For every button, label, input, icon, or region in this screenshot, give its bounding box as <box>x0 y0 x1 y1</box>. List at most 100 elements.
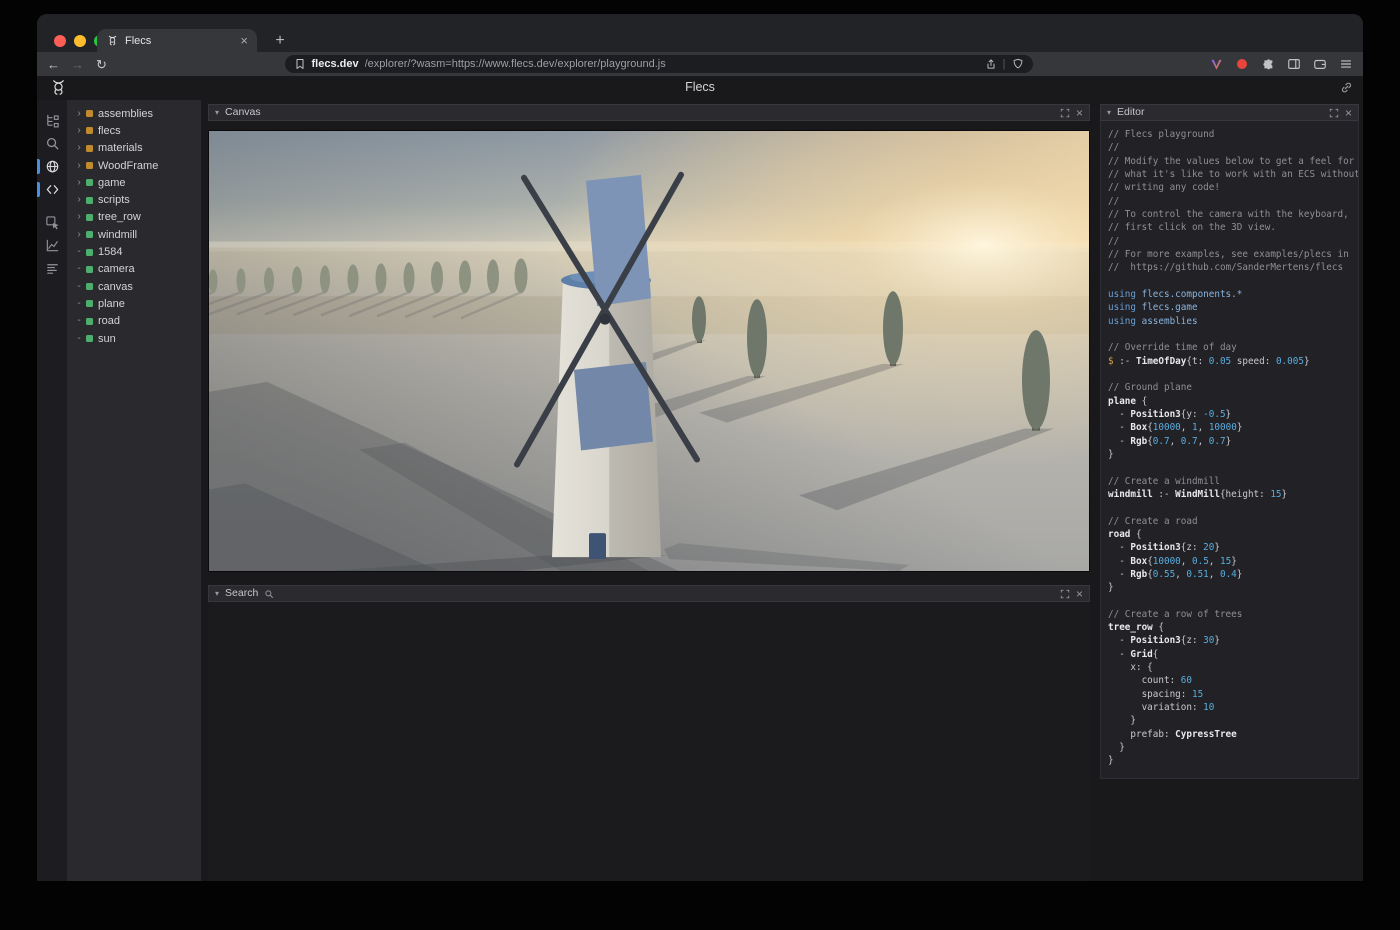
code-line: using flecs.components.* <box>1108 288 1358 301</box>
tree-item-tree_row[interactable]: ›tree_row <box>67 209 201 226</box>
close-panel-icon[interactable]: × <box>1076 588 1083 600</box>
tree-item-scripts[interactable]: ›scripts <box>67 191 201 208</box>
code-line: // <box>1108 195 1358 208</box>
expander-icon[interactable]: › <box>74 143 84 153</box>
menu-icon[interactable] <box>1338 56 1354 72</box>
code-line: - Box{10000, 1, 10000} <box>1108 421 1358 434</box>
editor-code[interactable]: // Flecs playground//// Modify the value… <box>1100 121 1359 779</box>
code-line: // Override time of day <box>1108 341 1358 354</box>
tree-icon[interactable] <box>37 109 67 132</box>
stats-icon[interactable] <box>37 257 67 280</box>
tree-item-flecs[interactable]: ›flecs <box>67 122 201 139</box>
search-icon <box>264 589 274 599</box>
tree-item-canvas[interactable]: -canvas <box>67 278 201 295</box>
reload-icon[interactable]: ↻ <box>94 58 109 71</box>
code-line: // To control the camera with the keyboa… <box>1108 208 1358 221</box>
tree-item-game[interactable]: › game <box>67 174 201 191</box>
code-line: } <box>1108 581 1358 594</box>
tree-item-plane[interactable]: -plane <box>67 295 201 312</box>
inspect-icon[interactable] <box>37 211 67 234</box>
entity-label: sun <box>98 333 116 345</box>
fullscreen-icon[interactable] <box>1060 589 1070 599</box>
world-icon[interactable] <box>37 155 67 178</box>
browser-toolbar: ← → ↻ flecs.dev /explorer/?wasm=https://… <box>37 52 1363 76</box>
expander-icon[interactable]: › <box>74 178 84 188</box>
canvas-3d-scene <box>209 131 1089 571</box>
collapse-chevron-icon[interactable]: ▾ <box>1107 109 1111 117</box>
search-panel-title: Search <box>225 588 258 599</box>
close-window-button[interactable] <box>54 35 66 47</box>
close-tab-icon[interactable]: × <box>240 34 248 47</box>
tree-item-1584[interactable]: - 1584 <box>67 243 201 260</box>
code-line <box>1108 368 1358 381</box>
tree-item-road[interactable]: -road <box>67 313 201 330</box>
side-panel-icon[interactable] <box>1286 56 1302 72</box>
editor-panel-title: Editor <box>1117 107 1144 118</box>
bookmark-icon[interactable] <box>294 58 306 70</box>
toolbar-actions <box>1208 56 1354 72</box>
entity-color-swatch <box>86 127 93 134</box>
entity-label: 1584 <box>98 246 122 258</box>
code-icon[interactable] <box>37 178 67 201</box>
editor-panel-header: ▾ Editor × <box>1100 104 1359 121</box>
expander-icon[interactable]: › <box>74 230 84 240</box>
collapse-chevron-icon[interactable]: ▾ <box>215 590 219 598</box>
expander-icon[interactable]: › <box>74 126 84 136</box>
record-icon[interactable] <box>1234 56 1250 72</box>
expander-icon[interactable]: › <box>74 109 84 119</box>
tree-item-materials[interactable]: ›materials <box>67 140 201 157</box>
collapse-chevron-icon[interactable]: ▾ <box>215 109 219 117</box>
tree-item-WoodFrame[interactable]: ›WoodFrame <box>67 157 201 174</box>
windmill-door <box>589 533 606 559</box>
entity-label: windmill <box>98 229 137 241</box>
code-line: } <box>1108 754 1358 767</box>
share-icon[interactable] <box>985 58 997 70</box>
code-line: using assemblies <box>1108 315 1358 328</box>
entity-color-swatch <box>86 300 93 307</box>
minimize-window-button[interactable] <box>74 35 86 47</box>
vpn-v-icon[interactable] <box>1208 56 1224 72</box>
chart-icon[interactable] <box>37 234 67 257</box>
tree-item-sun[interactable]: -sun <box>67 330 201 347</box>
entity-color-swatch <box>86 231 93 238</box>
windmill-sail <box>574 362 653 451</box>
expander-icon[interactable]: › <box>74 212 84 222</box>
address-bar[interactable]: flecs.dev /explorer/?wasm=https://www.fl… <box>285 55 1033 73</box>
extensions-puzzle-icon[interactable] <box>1260 56 1276 72</box>
expander-icon[interactable]: › <box>74 161 84 171</box>
flecs-favicon-icon <box>106 34 119 47</box>
code-line: // Create a windmill <box>1108 475 1358 488</box>
leaf-dash-icon: - <box>74 299 84 309</box>
tree-item-windmill[interactable]: › windmill <box>67 226 201 243</box>
code-line: - Rgb{0.7, 0.7, 0.7} <box>1108 435 1358 448</box>
code-line: // Ground plane <box>1108 381 1358 394</box>
forward-icon[interactable]: → <box>70 58 85 71</box>
search-icon[interactable] <box>37 132 67 155</box>
entity-color-swatch <box>86 145 93 152</box>
tree-item-assemblies[interactable]: ›assemblies <box>67 105 201 122</box>
code-line: // Create a row of trees <box>1108 608 1358 621</box>
leaf-dash-icon: - <box>74 247 84 257</box>
link-icon[interactable] <box>1340 81 1353 94</box>
back-icon[interactable]: ← <box>46 58 61 71</box>
fullscreen-icon[interactable] <box>1060 108 1070 118</box>
url-path: /explorer/?wasm=https://www.flecs.dev/ex… <box>365 58 979 70</box>
close-panel-icon[interactable]: × <box>1076 107 1083 119</box>
entity-label: road <box>98 315 120 327</box>
expander-icon[interactable]: › <box>74 195 84 205</box>
code-line: $ :- TimeOfDay{t: 0.05 speed: 0.005} <box>1108 355 1358 368</box>
canvas-3d-view[interactable] <box>208 130 1090 572</box>
entity-label: game <box>98 177 126 189</box>
tree-item-camera[interactable]: -camera <box>67 261 201 278</box>
new-tab-button[interactable]: + <box>270 31 290 51</box>
code-line <box>1108 461 1358 474</box>
wallet-icon[interactable] <box>1312 56 1328 72</box>
code-line: // Create a road <box>1108 515 1358 528</box>
browser-tab[interactable]: Flecs × <box>97 29 257 52</box>
brave-shield-icon[interactable] <box>1012 58 1024 70</box>
fullscreen-icon[interactable] <box>1329 108 1339 118</box>
leaf-dash-icon: - <box>74 264 84 274</box>
entity-color-swatch <box>86 318 93 325</box>
close-panel-icon[interactable]: × <box>1345 107 1352 119</box>
entity-color-swatch <box>86 335 93 342</box>
